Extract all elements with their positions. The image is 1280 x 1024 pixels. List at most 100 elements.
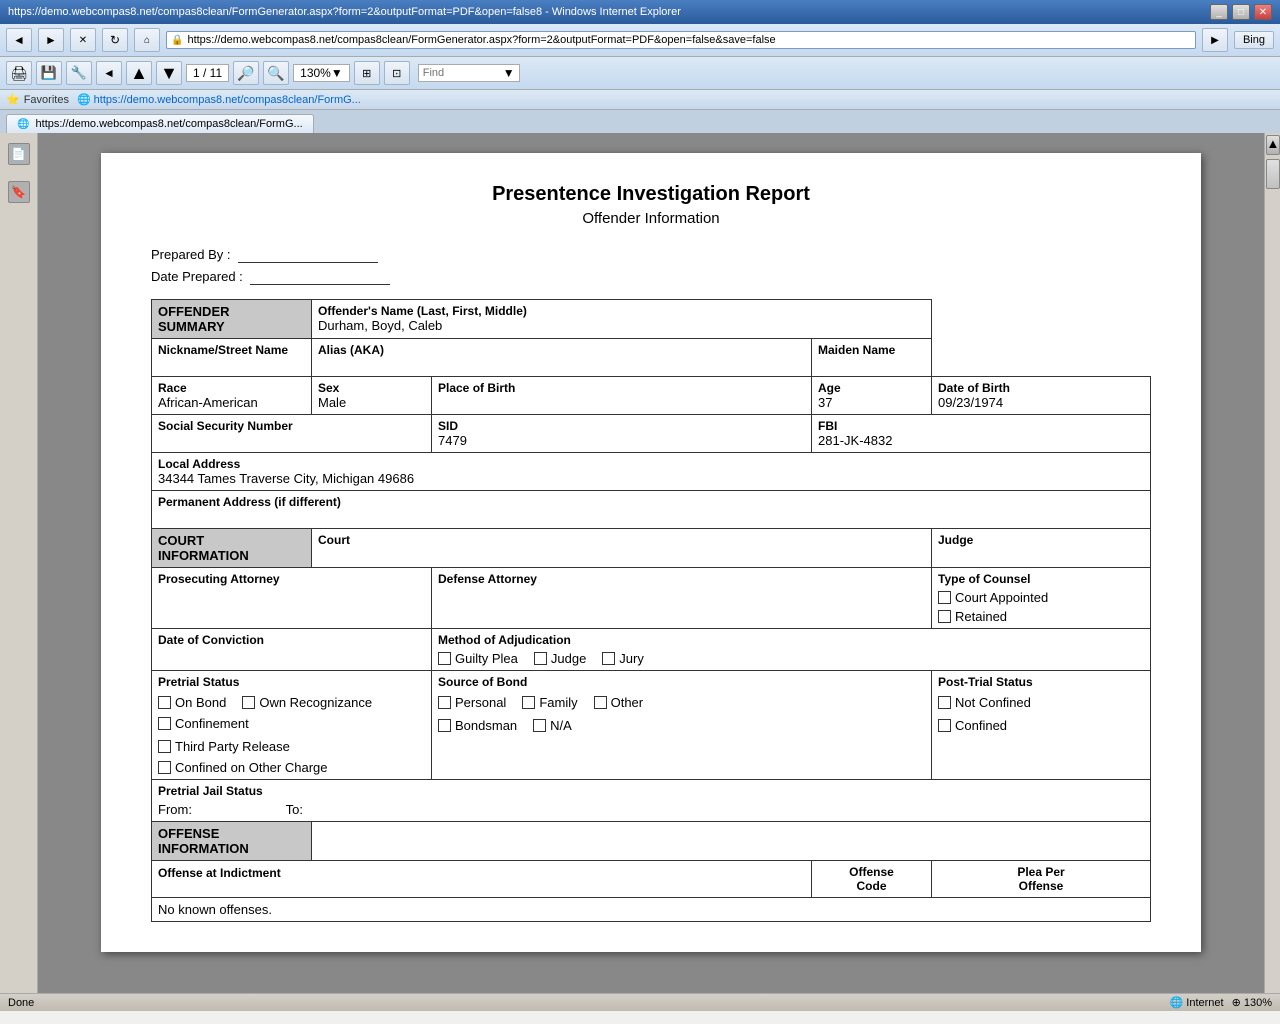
- judge-checkbox[interactable]: [534, 652, 547, 665]
- status-right: 🌐 Internet ⊕ 130%: [1170, 996, 1272, 1009]
- status-text: Done: [8, 997, 34, 1009]
- other-item: Other: [594, 695, 644, 710]
- close-button[interactable]: ✕: [1254, 4, 1272, 20]
- refresh-button[interactable]: ↻: [102, 28, 128, 52]
- source-of-bond-cell: Source of Bond Personal Family: [432, 671, 932, 780]
- home-button[interactable]: ⌂: [134, 28, 160, 52]
- dob-label: Date of Birth: [938, 381, 1144, 395]
- third-party-checkbox[interactable]: [158, 740, 171, 753]
- sex-value: Male: [318, 395, 425, 410]
- prosecuting-cell: Prosecuting Attorney: [152, 568, 432, 629]
- confined-item: Confined: [938, 718, 1134, 733]
- go-button[interactable]: ▶: [1202, 28, 1228, 52]
- permanent-address-row: Permanent Address (if different): [152, 491, 1151, 529]
- fbi-value: 281-JK-4832: [818, 433, 1144, 448]
- scroll-thumb[interactable]: [1266, 159, 1280, 189]
- not-confined-item: Not Confined: [938, 695, 1134, 710]
- defense-cell: Defense Attorney: [432, 568, 932, 629]
- adjudication-label: Method of Adjudication: [438, 633, 1144, 647]
- fit-page-button[interactable]: ⊞: [354, 61, 380, 85]
- on-bond-item: On Bond: [158, 695, 226, 710]
- tab-bar: 🌐 https://demo.webcompas8.net/compas8cle…: [0, 110, 1280, 133]
- offense-at-indictment-label: Offense at Indictment: [158, 866, 281, 880]
- offense-columns-row: Offense at Indictment Offense Code Plea …: [152, 861, 1151, 898]
- na-checkbox[interactable]: [533, 719, 546, 732]
- attorneys-row: Prosecuting Attorney Defense Attorney Ty…: [152, 568, 1151, 629]
- pretrial-jail-row: Pretrial Jail Status From: To:: [152, 780, 1151, 822]
- zoom-in-button[interactable]: 🔍: [263, 61, 289, 85]
- age-value: 37: [818, 395, 925, 410]
- main-table: OFFENDER SUMMARY Offender's Name (Last, …: [151, 299, 1151, 922]
- confined-other-item: Confined on Other Charge: [158, 760, 327, 775]
- address-bar[interactable]: 🔒 https://demo.webcompas8.net/compas8cle…: [166, 31, 1196, 49]
- bing-search[interactable]: Bing: [1234, 31, 1274, 49]
- back-button[interactable]: ◄: [6, 28, 32, 52]
- maximize-button[interactable]: □: [1232, 4, 1250, 20]
- save-button[interactable]: 💾: [36, 61, 62, 85]
- local-address-label: Local Address: [158, 457, 1144, 471]
- guilty-plea-checkbox[interactable]: [438, 652, 451, 665]
- find-bar[interactable]: ▼: [418, 64, 520, 82]
- forward-button[interactable]: ►: [38, 28, 64, 52]
- court-appointed-checkbox[interactable]: [938, 591, 951, 604]
- sid-value: 7479: [438, 433, 805, 448]
- zoom-out-button[interactable]: 🔎: [233, 61, 259, 85]
- right-scrollbar[interactable]: ▲: [1264, 133, 1280, 993]
- retained-item: Retained: [938, 609, 1134, 624]
- confined-other-checkbox[interactable]: [158, 761, 171, 774]
- print-button[interactable]: 🖨: [6, 61, 32, 85]
- sidebar-icon-1[interactable]: 📄: [8, 143, 30, 165]
- sidebar-icon-2[interactable]: 🔖: [8, 181, 30, 203]
- local-address-cell: Local Address 34344 Tames Traverse City,…: [152, 453, 1151, 491]
- document-subtitle: Offender Information: [151, 210, 1151, 227]
- sex-label: Sex: [318, 381, 425, 395]
- scroll-up-button[interactable]: ▲: [1266, 135, 1280, 155]
- pob-cell: Place of Birth: [432, 377, 812, 415]
- pdf-page: Presentence Investigation Report Offende…: [101, 153, 1201, 952]
- offense-code-cell: Offense Code: [812, 861, 932, 898]
- plea-per-offense-cell: Plea Per Offense: [932, 861, 1151, 898]
- actual-size-button[interactable]: ⊡: [384, 61, 410, 85]
- page-right-button[interactable]: ▲: [126, 61, 152, 85]
- zoom-level[interactable]: 130% ▼: [293, 64, 350, 82]
- adjudication-cell: Method of Adjudication Guilty Plea Judge: [432, 629, 1151, 671]
- prosecuting-label: Prosecuting Attorney: [158, 572, 425, 586]
- confined-checkbox[interactable]: [938, 719, 951, 732]
- personal-checkbox[interactable]: [438, 696, 451, 709]
- tab-1[interactable]: 🌐 https://demo.webcompas8.net/compas8cle…: [6, 114, 314, 133]
- on-bond-checkbox[interactable]: [158, 696, 171, 709]
- window-controls: _ □ ✕: [1210, 4, 1272, 20]
- tools-button[interactable]: 🔧: [66, 61, 92, 85]
- stop-button[interactable]: ✕: [70, 28, 96, 52]
- retained-checkbox[interactable]: [938, 610, 951, 623]
- personal-item: Personal: [438, 695, 506, 710]
- confinement-checkbox[interactable]: [158, 717, 171, 730]
- fav1-link[interactable]: 🌐 https://demo.webcompas8.net/compas8cle…: [77, 93, 361, 106]
- find-input[interactable]: [423, 67, 503, 79]
- ssn-label: Social Security Number: [158, 419, 425, 433]
- pob-label: Place of Birth: [438, 381, 805, 395]
- other-checkbox[interactable]: [594, 696, 607, 709]
- offense-at-indictment-cell: Offense at Indictment: [152, 861, 812, 898]
- confinement-item: Confinement: [158, 716, 249, 731]
- pretrial-row: Pretrial Status On Bond Own Recognizance: [152, 671, 1151, 780]
- own-recognizance-checkbox[interactable]: [242, 696, 255, 709]
- jury-checkbox[interactable]: [602, 652, 615, 665]
- family-checkbox[interactable]: [522, 696, 535, 709]
- fbi-label: FBI: [818, 419, 1144, 433]
- alias-cell: Alias (AKA): [312, 339, 812, 377]
- defense-label: Defense Attorney: [438, 572, 925, 586]
- page-down-button[interactable]: ▼: [156, 61, 182, 85]
- bondsman-checkbox[interactable]: [438, 719, 451, 732]
- offense-info-header: OFFENSE INFORMATION: [152, 822, 312, 861]
- conviction-label: Date of Conviction: [158, 633, 425, 647]
- page-left-button[interactable]: ◄: [96, 61, 122, 85]
- sid-cell: SID 7479: [432, 415, 812, 453]
- minimize-button[interactable]: _: [1210, 4, 1228, 20]
- maiden-cell: Maiden Name: [812, 339, 932, 377]
- permanent-address-label: Permanent Address (if different): [158, 495, 1144, 509]
- guilty-plea-item: Guilty Plea: [438, 651, 518, 666]
- lock-icon: 🔒: [171, 35, 183, 46]
- family-item: Family: [522, 695, 577, 710]
- not-confined-checkbox[interactable]: [938, 696, 951, 709]
